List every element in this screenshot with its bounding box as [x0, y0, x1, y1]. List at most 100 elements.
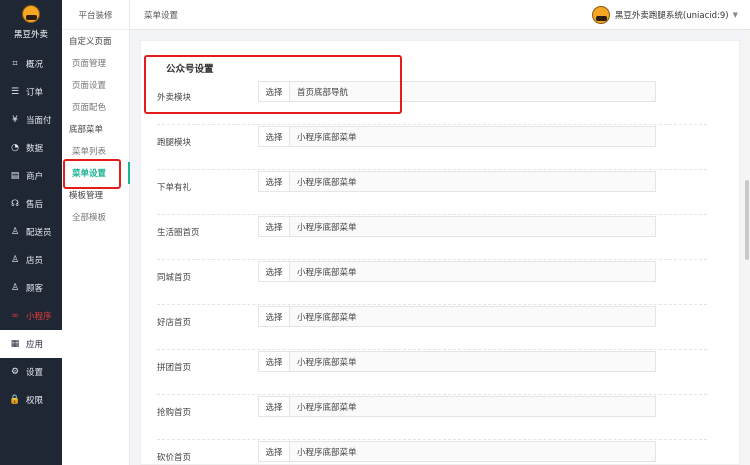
- menu-select-field[interactable]: 选择 小程序底部菜单: [258, 396, 656, 417]
- customer-icon: ♙: [10, 282, 20, 293]
- subnav-item-page-manage[interactable]: 页面管理: [62, 52, 129, 74]
- select-button[interactable]: 选择: [259, 442, 290, 461]
- sidebar-item-pay[interactable]: ¥ 当面付: [0, 106, 62, 134]
- data-icon: ◔: [11, 142, 19, 153]
- row-label: 同城首页: [157, 273, 192, 283]
- row-label: 砍价首页: [157, 453, 192, 463]
- account-menu[interactable]: 黑豆外卖跑腿系统(uniacid:9) ▼: [591, 5, 738, 24]
- account-name: 黑豆外卖跑腿系统(uniacid:9): [614, 10, 729, 21]
- sidebar-item-clerk[interactable]: ♙ 店员: [0, 246, 62, 274]
- selected-menu-value: 小程序底部菜单: [297, 177, 357, 188]
- sidebar-item-aftersale[interactable]: ☊ 售后: [0, 190, 62, 218]
- menu-select-field[interactable]: 选择 小程序底部菜单: [258, 306, 656, 327]
- courier-icon: ♙: [10, 226, 20, 237]
- row-label: 生活圈首页: [157, 228, 200, 238]
- subnav-item-page-settings[interactable]: 页面设置: [62, 74, 129, 96]
- sidebar-item-settings[interactable]: ⚙ 设置: [0, 358, 62, 386]
- selected-menu-value: 小程序底部菜单: [297, 447, 357, 458]
- row-label: 下单有礼: [157, 183, 192, 193]
- form-row: 好店首页 选择 小程序底部菜单: [157, 306, 707, 350]
- selected-menu-value: 小程序底部菜单: [297, 312, 357, 323]
- sidebar-item-label: 概况: [26, 60, 44, 70]
- select-button[interactable]: 选择: [259, 352, 290, 371]
- row-label: 抢购首页: [157, 408, 192, 418]
- selected-menu-value: 小程序底部菜单: [297, 402, 357, 413]
- overview-icon: ⌗: [12, 58, 18, 69]
- menu-select-field[interactable]: 选择 小程序底部菜单: [258, 351, 656, 372]
- sidebar-item-label: 应用: [26, 340, 44, 350]
- form-row: 下单有礼 选择 小程序底部菜单: [157, 171, 707, 215]
- select-button[interactable]: 选择: [259, 397, 290, 416]
- select-button[interactable]: 选择: [259, 307, 290, 326]
- annotation-box-menu-settings: [63, 159, 121, 189]
- select-button[interactable]: 选择: [259, 262, 290, 281]
- subnav-section-custom-page[interactable]: 自定义页面: [62, 30, 129, 52]
- scrollbar-thumb[interactable]: [745, 180, 749, 260]
- subnav-active-indicator: [128, 162, 130, 184]
- sidebar-item-label: 数据: [26, 144, 44, 154]
- sidebar-item-label: 订单: [26, 88, 44, 98]
- sidebar-item-label: 权限: [26, 396, 44, 406]
- sidebar-item-store[interactable]: ▤ 商户: [0, 162, 62, 190]
- apps-icon: ▦: [10, 338, 20, 349]
- selected-menu-value: 小程序底部菜单: [297, 222, 357, 233]
- row-label: 拼团首页: [157, 363, 192, 373]
- sidebar-item-label: 店员: [26, 256, 44, 266]
- sidebar-item-label: 当面付: [26, 116, 52, 126]
- menu-select-field[interactable]: 选择 小程序底部菜单: [258, 441, 656, 462]
- menu-select-field[interactable]: 选择 小程序底部菜单: [258, 171, 656, 192]
- sidebar-item-label: 小程序: [26, 312, 52, 322]
- main-sidebar: 黑豆外卖 ⌗ 概况 ☰ 订单 ¥ 当面付 ◔ 数据 ▤ 商户 ☊ 售后 ♙ 配送员 ♙ 店员 ♙ 顾客 ∞ 小程序 ▦ 应…: [0, 0, 62, 465]
- subnav-header: 平台装修: [62, 0, 129, 30]
- row-label: 好店首页: [157, 318, 192, 328]
- sub-sidebar: 平台装修 自定义页面 页面管理 页面设置 页面配色 底部菜单 菜单列表 菜单设置…: [62, 0, 130, 465]
- clerk-icon: ♙: [10, 254, 20, 265]
- subnav-section-bottom-menu[interactable]: 底部菜单: [62, 118, 129, 140]
- brand[interactable]: 黑豆外卖: [0, 0, 62, 50]
- sidebar-item-data[interactable]: ◔ 数据: [0, 134, 62, 162]
- page-scrollbar[interactable]: [744, 30, 750, 465]
- menu-select-field[interactable]: 选择 小程序底部菜单: [258, 216, 656, 237]
- lock-icon: 🔒: [9, 394, 21, 405]
- brand-name: 黑豆外卖: [13, 30, 48, 40]
- chevron-down-icon: ▼: [732, 10, 738, 19]
- form-row: 砍价首页 选择 小程序底部菜单: [157, 441, 707, 465]
- annotation-box-wechat-settings: [144, 55, 402, 114]
- sidebar-item-customer[interactable]: ♙ 顾客: [0, 274, 62, 302]
- sidebar-item-label: 售后: [26, 200, 44, 210]
- order-icon: ☰: [10, 86, 20, 97]
- miniprogram-icon: ∞: [11, 310, 19, 321]
- row-label: 跑腿模块: [157, 138, 192, 148]
- sidebar-item-lock[interactable]: 🔒 权限: [0, 386, 62, 414]
- menu-select-field[interactable]: 选择 小程序底部菜单: [258, 261, 656, 282]
- selected-menu-value: 小程序底部菜单: [297, 267, 357, 278]
- sidebar-item-label: 商户: [26, 172, 44, 182]
- brand-logo: [22, 5, 40, 23]
- select-button[interactable]: 选择: [259, 217, 290, 236]
- form-row: 生活圈首页 选择 小程序底部菜单: [157, 216, 707, 260]
- sidebar-item-courier[interactable]: ♙ 配送员: [0, 218, 62, 246]
- form-row: 拼团首页 选择 小程序底部菜单: [157, 351, 707, 395]
- aftersale-icon: ☊: [11, 198, 19, 209]
- sidebar-item-label: 配送员: [26, 228, 52, 238]
- menu-select-field[interactable]: 选择 小程序底部菜单: [258, 126, 656, 147]
- subnav-item-all-templates[interactable]: 全部模板: [62, 206, 129, 228]
- breadcrumb: 菜单设置: [144, 10, 179, 21]
- select-button[interactable]: 选择: [259, 127, 290, 146]
- form-row: 同城首页 选择 小程序底部菜单: [157, 261, 707, 305]
- store-icon: ▤: [10, 170, 20, 181]
- form-row: 抢购首页 选择 小程序底部菜单: [157, 396, 707, 440]
- sidebar-item-order[interactable]: ☰ 订单: [0, 78, 62, 106]
- sidebar-item-miniprogram[interactable]: ∞ 小程序: [0, 302, 62, 330]
- subnav-item-page-colors[interactable]: 页面配色: [62, 96, 129, 118]
- top-bar: 菜单设置 黑豆外卖跑腿系统(uniacid:9) ▼: [130, 0, 750, 30]
- selected-menu-value: 小程序底部菜单: [297, 357, 357, 368]
- settings-icon: ⚙: [10, 366, 20, 377]
- pay-icon: ¥: [12, 114, 18, 125]
- form-row: 跑腿模块 选择 小程序底部菜单: [157, 126, 707, 170]
- select-button[interactable]: 选择: [259, 172, 290, 191]
- selected-menu-value: 小程序底部菜单: [297, 132, 357, 143]
- sidebar-item-apps[interactable]: ▦ 应用: [0, 330, 62, 358]
- avatar: [591, 5, 610, 24]
- sidebar-item-overview[interactable]: ⌗ 概况: [0, 50, 62, 78]
